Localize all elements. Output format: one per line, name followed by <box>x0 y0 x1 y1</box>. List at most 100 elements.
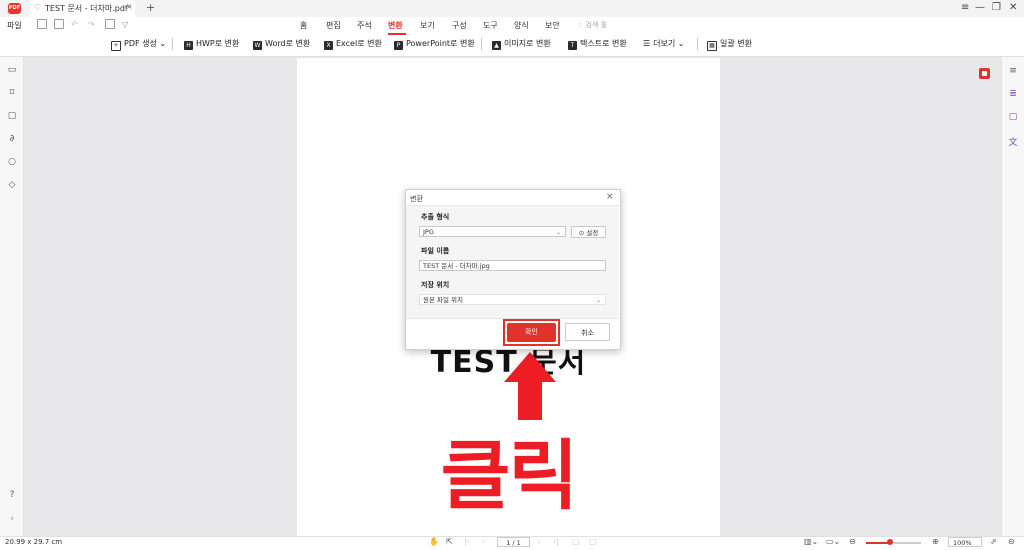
zoom-slider-handle[interactable] <box>887 539 893 545</box>
menu-tools[interactable]: 도구 <box>483 20 498 31</box>
text-convert-label: 텍스트로 변환 <box>580 39 627 48</box>
zoom-out-icon[interactable]: ⊖ <box>849 537 856 546</box>
prev-page-icon[interactable]: ‹ <box>482 537 485 546</box>
ai-summary-icon[interactable]: ≣ <box>1008 89 1018 99</box>
mail-icon[interactable] <box>105 19 115 29</box>
translate-icon[interactable]: 文 <box>1008 135 1018 148</box>
left-sidebar <box>0 57 24 536</box>
fit-icon[interactable]: ▢ <box>589 537 597 546</box>
zoom-in-icon[interactable]: ⊕ <box>932 537 939 546</box>
menu-file[interactable]: 파일 <box>7 20 22 31</box>
tab-close-icon[interactable]: × <box>126 2 133 11</box>
word-icon: W <box>253 41 262 50</box>
redo-icon[interactable]: ↷ <box>88 20 95 29</box>
location-label: 저장 위치 <box>421 281 450 289</box>
close-window-button[interactable]: ✕ <box>1009 2 1017 13</box>
help-icon[interactable]: ? <box>7 490 17 500</box>
more-options-icon[interactable]: ⊝ <box>1008 537 1015 546</box>
favorite-icon[interactable]: ♡ <box>34 3 41 12</box>
menu-security[interactable]: 보안 <box>545 20 560 31</box>
assistant-search-label: 검색 툴 <box>585 21 608 29</box>
menu-edit[interactable]: 편집 <box>326 20 341 31</box>
toolbar-divider <box>481 38 482 50</box>
toolbar-divider <box>697 38 698 50</box>
text-convert-button[interactable]: T 텍스트로 변환 <box>568 38 627 50</box>
hand-tool-icon[interactable]: ✋ <box>429 537 439 546</box>
format-select-value: JPG <box>423 228 434 236</box>
pdf-create-button[interactable]: + PDF 생성 ⌄ <box>111 38 166 51</box>
search-icon[interactable]: ○ <box>7 157 17 167</box>
menu-view[interactable]: 보기 <box>420 20 435 31</box>
plus-icon: + <box>111 41 121 51</box>
select-tool-icon[interactable]: ⇱ <box>446 537 453 546</box>
excel-icon: X <box>324 41 333 50</box>
location-select[interactable]: 원본 파일 위치 ⌄ <box>419 294 606 305</box>
ok-button[interactable]: 확인 <box>507 323 556 342</box>
dialog-title: 변환 <box>410 195 423 203</box>
word-convert-label: Word로 변환 <box>265 39 311 48</box>
text-icon: T <box>568 41 577 50</box>
batch-convert-button[interactable]: ▦ 일괄 변환 <box>707 38 752 51</box>
document-tab[interactable]: ♡ TEST 문서 - 더차마.pdf × <box>29 0 135 17</box>
panel-toggle-icon[interactable] <box>979 68 990 79</box>
menu-forms[interactable]: 양식 <box>514 20 529 31</box>
rotate-icon[interactable]: ▢ <box>572 537 580 546</box>
image-convert-label: 이미지로 변환 <box>504 39 551 48</box>
minimize-button[interactable]: — <box>975 2 985 13</box>
comment-icon[interactable]: ▢ <box>7 111 17 121</box>
menu-organize[interactable]: 구성 <box>452 20 467 31</box>
filename-input[interactable]: TEST 문서 - 더차마.jpg <box>419 260 606 271</box>
layers-icon[interactable]: ◇ <box>7 180 17 190</box>
click-annotation-text: 클릭 <box>440 431 579 520</box>
properties-icon[interactable]: ≡ <box>1008 66 1018 76</box>
bulb-icon: ♢ <box>577 21 584 29</box>
collapse-left-icon[interactable]: ‹ <box>7 514 17 524</box>
dropdown-icon[interactable]: ▽ <box>122 20 128 29</box>
last-page-icon[interactable]: ›| <box>553 537 559 546</box>
excel-convert-button[interactable]: X Excel로 변환 <box>324 38 382 50</box>
print-icon[interactable] <box>54 19 64 29</box>
menu-convert[interactable]: 변환 <box>388 20 403 31</box>
zoom-level-select[interactable]: 100% <box>948 537 982 547</box>
batch-icon: ▦ <box>707 41 717 51</box>
hwp-convert-button[interactable]: H HWP로 변환 <box>184 38 239 50</box>
menu-bar <box>0 17 1024 35</box>
menu-icon[interactable]: ≡ <box>961 2 969 13</box>
ai-chat-icon[interactable]: ▢ <box>1008 112 1018 122</box>
settings-label: 설정 <box>586 229 599 237</box>
image-convert-button[interactable]: ▲ 이미지로 변환 <box>492 38 551 50</box>
bookmark-icon[interactable]: ⌑ <box>7 88 17 98</box>
page-number-input[interactable]: 1 / 1 <box>497 537 530 547</box>
powerpoint-icon: P <box>394 41 403 50</box>
restore-button[interactable]: ❐ <box>992 2 1001 13</box>
save-icon[interactable] <box>37 19 47 29</box>
location-select-value: 원본 파일 위치 <box>423 296 464 304</box>
right-sidebar <box>1001 57 1024 536</box>
page-icon[interactable]: ▭ <box>7 65 17 75</box>
more-label: 더보기 <box>653 39 676 48</box>
menu-annotate[interactable]: 주석 <box>357 20 372 31</box>
cancel-button[interactable]: 취소 <box>565 323 610 341</box>
page-size-readout: 20.99 x 29.7 cm <box>5 538 63 546</box>
next-page-icon[interactable]: › <box>537 537 540 546</box>
format-select[interactable]: JPG ⌄ <box>419 226 566 237</box>
assistant-search[interactable]: ♢ 검색 툴 <box>577 20 607 30</box>
more-icon: ☰ <box>643 39 651 48</box>
pdf-create-label: PDF 생성 <box>124 39 157 48</box>
word-convert-button[interactable]: W Word로 변환 <box>253 38 310 50</box>
new-tab-button[interactable]: + <box>146 1 155 14</box>
chevron-down-icon: ⌄ <box>595 297 601 304</box>
page-layout-icon[interactable]: ▥⌄ <box>804 537 818 546</box>
menu-home[interactable]: 홈 <box>300 20 307 31</box>
more-button[interactable]: ☰ 더보기 ⌄ <box>643 38 685 50</box>
dialog-close-icon[interactable]: × <box>606 192 614 202</box>
format-settings-button[interactable]: ⊙ 설정 <box>571 226 606 238</box>
read-mode-icon[interactable]: ▭⌄ <box>826 537 840 546</box>
ppt-convert-button[interactable]: P PowerPoint로 변환 <box>394 38 475 50</box>
fullscreen-icon[interactable]: ⇗ <box>990 537 997 546</box>
undo-icon[interactable]: ↶ <box>71 20 78 29</box>
format-label: 추출 형식 <box>421 213 450 221</box>
first-page-icon[interactable]: |‹ <box>464 537 470 546</box>
attachment-icon[interactable]: ∂ <box>7 134 17 144</box>
document-tab-title: TEST 문서 - 더차마.pdf <box>45 4 128 13</box>
